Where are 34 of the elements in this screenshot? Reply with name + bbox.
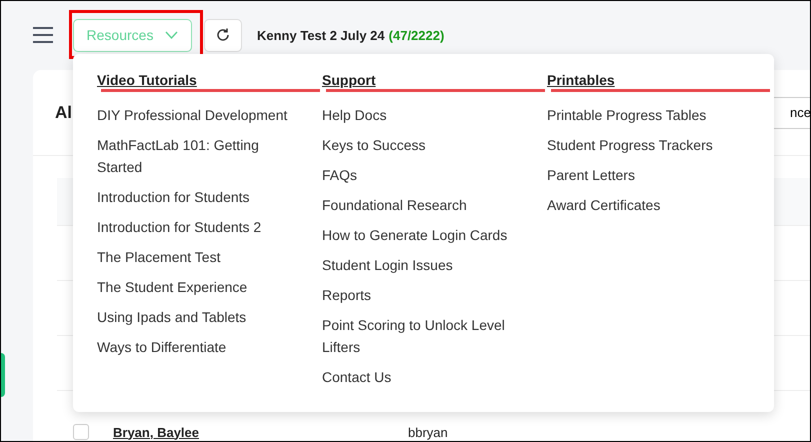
menu-link[interactable]: How to Generate Login Cards [322,224,517,246]
menu-link[interactable]: Ways to Differentiate [97,336,292,358]
menu-link[interactable]: MathFactLab 101: Getting Started [97,134,292,178]
chevron-down-icon [165,31,178,39]
menu-link[interactable]: Reports [322,284,517,306]
menu-link[interactable]: Printable Progress Tables [547,104,742,126]
menu-icon[interactable] [33,27,53,43]
menu-link[interactable]: Student Progress Trackers [547,134,742,156]
refresh-button[interactable] [204,18,242,52]
menu-link[interactable]: Award Certificates [547,194,742,216]
column-heading: Printables [547,72,615,88]
menu-link[interactable]: Introduction for Students 2 [97,216,292,238]
menu-link[interactable]: Student Login Issues [322,254,517,276]
column-heading: Support [322,72,376,88]
menu-link[interactable]: Contact Us [322,366,517,388]
menu-link[interactable]: DIY Professional Development [97,104,292,126]
menu-link[interactable]: Foundational Research [322,194,517,216]
page-heading: Al [55,102,72,122]
refresh-icon[interactable] [215,27,231,43]
menu-link[interactable]: Help Docs [322,104,517,126]
column-heading: Video Tutorials [97,72,197,88]
class-title: Kenny Test 2 July 24 [257,28,385,42]
menu-link[interactable]: Introduction for Students [97,186,292,208]
student-count: (47/2222) [388,28,444,42]
menu-link[interactable]: The Placement Test [97,246,292,268]
student-link[interactable]: Bryan, Baylee [113,424,408,440]
menu-link[interactable]: Using Ipads and Tablets [97,306,292,328]
menu-link[interactable]: Parent Letters [547,164,742,186]
checkbox[interactable] [73,424,89,440]
username-text: bbryan [408,424,448,440]
menu-link[interactable]: The Student Experience [97,276,292,298]
menu-link[interactable]: Keys to Success [322,134,517,156]
menu-link[interactable]: Point Scoring to Unlock Level Lifters [322,314,517,358]
menu-link[interactable]: FAQs [322,164,517,186]
